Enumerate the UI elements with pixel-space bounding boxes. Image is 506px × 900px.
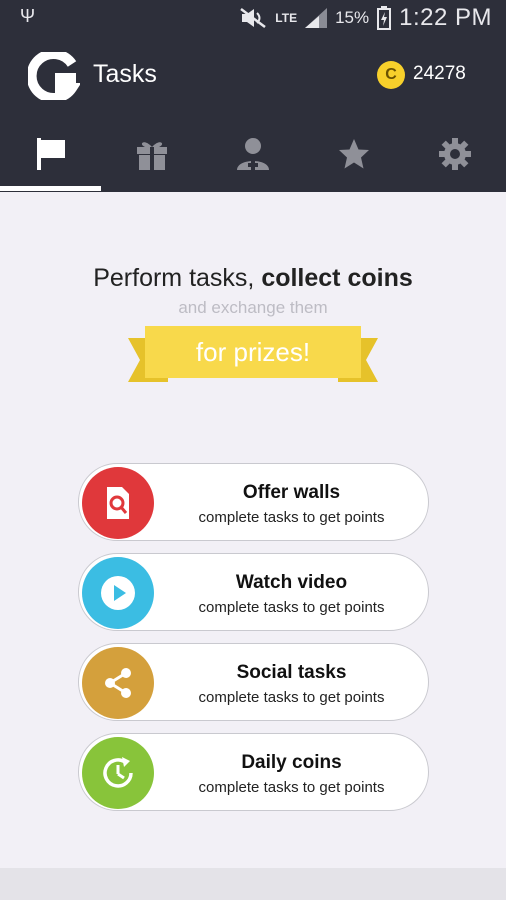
play-icon bbox=[101, 576, 135, 610]
task-icon-badge bbox=[82, 647, 154, 719]
task-icon-badge bbox=[82, 737, 154, 809]
status-clock: 1:22 PM bbox=[399, 4, 492, 31]
coin-balance: 24278 bbox=[413, 63, 466, 84]
bottom-strip bbox=[0, 868, 506, 900]
task-icon-badge bbox=[82, 467, 154, 539]
usb-icon: Ψ bbox=[20, 6, 36, 26]
star-icon bbox=[338, 139, 369, 169]
task-subtitle: complete tasks to get points bbox=[198, 689, 385, 706]
task-social-tasks[interactable]: Social tasks complete tasks to get point… bbox=[78, 643, 429, 721]
clock-refresh-icon bbox=[103, 757, 133, 788]
tab-indicator bbox=[0, 186, 101, 191]
task-subtitle: complete tasks to get points bbox=[198, 779, 385, 796]
task-title: Offer walls bbox=[242, 482, 341, 503]
task-daily-coins[interactable]: Daily coins complete tasks to get points bbox=[78, 733, 429, 811]
task-title: Social tasks bbox=[236, 662, 347, 683]
task-title: Watch video bbox=[235, 572, 348, 593]
share-icon bbox=[105, 668, 131, 698]
tab-settings[interactable] bbox=[404, 124, 505, 192]
hero-subline: and exchange them bbox=[178, 298, 328, 317]
tab-favorites[interactable] bbox=[303, 124, 404, 192]
task-title: Daily coins bbox=[241, 752, 342, 773]
add-user-icon bbox=[236, 138, 269, 170]
task-icon-badge bbox=[82, 557, 154, 629]
lte-indicator: LTE bbox=[275, 10, 298, 25]
task-subtitle: complete tasks to get points bbox=[198, 509, 385, 526]
task-watch-video[interactable]: Watch video complete tasks to get points bbox=[78, 553, 429, 631]
gift-icon bbox=[136, 142, 167, 170]
task-offer-walls[interactable]: Offer walls complete tasks to get points bbox=[78, 463, 429, 541]
tab-tasks[interactable] bbox=[0, 124, 101, 192]
app-logo-icon bbox=[28, 52, 80, 100]
hero-headline-bold: collect coins bbox=[261, 264, 413, 292]
gear-icon bbox=[438, 138, 471, 170]
tab-prizes[interactable] bbox=[101, 124, 202, 192]
battery-icon bbox=[377, 6, 392, 30]
tab-profile[interactable] bbox=[202, 124, 303, 192]
hero-headline-plain: Perform tasks, bbox=[93, 264, 262, 292]
status-bar: Ψ LTE 15% 1:22 PM bbox=[0, 0, 506, 36]
flag-icon bbox=[36, 138, 65, 170]
search-document-icon bbox=[107, 487, 129, 519]
page-title: Tasks bbox=[93, 60, 157, 88]
prize-ribbon: for prizes! bbox=[145, 326, 361, 378]
app-bar: Tasks C 24278 bbox=[0, 36, 506, 192]
status-indicators: LTE 15% 1:22 PM bbox=[239, 4, 492, 32]
battery-percent: 15% bbox=[335, 8, 370, 27]
coin-icon: C bbox=[377, 61, 405, 89]
hero-headline: Perform tasks, collect coins bbox=[0, 264, 506, 293]
task-subtitle: complete tasks to get points bbox=[198, 599, 385, 616]
signal-icon bbox=[305, 8, 328, 28]
mute-icon bbox=[240, 8, 267, 28]
